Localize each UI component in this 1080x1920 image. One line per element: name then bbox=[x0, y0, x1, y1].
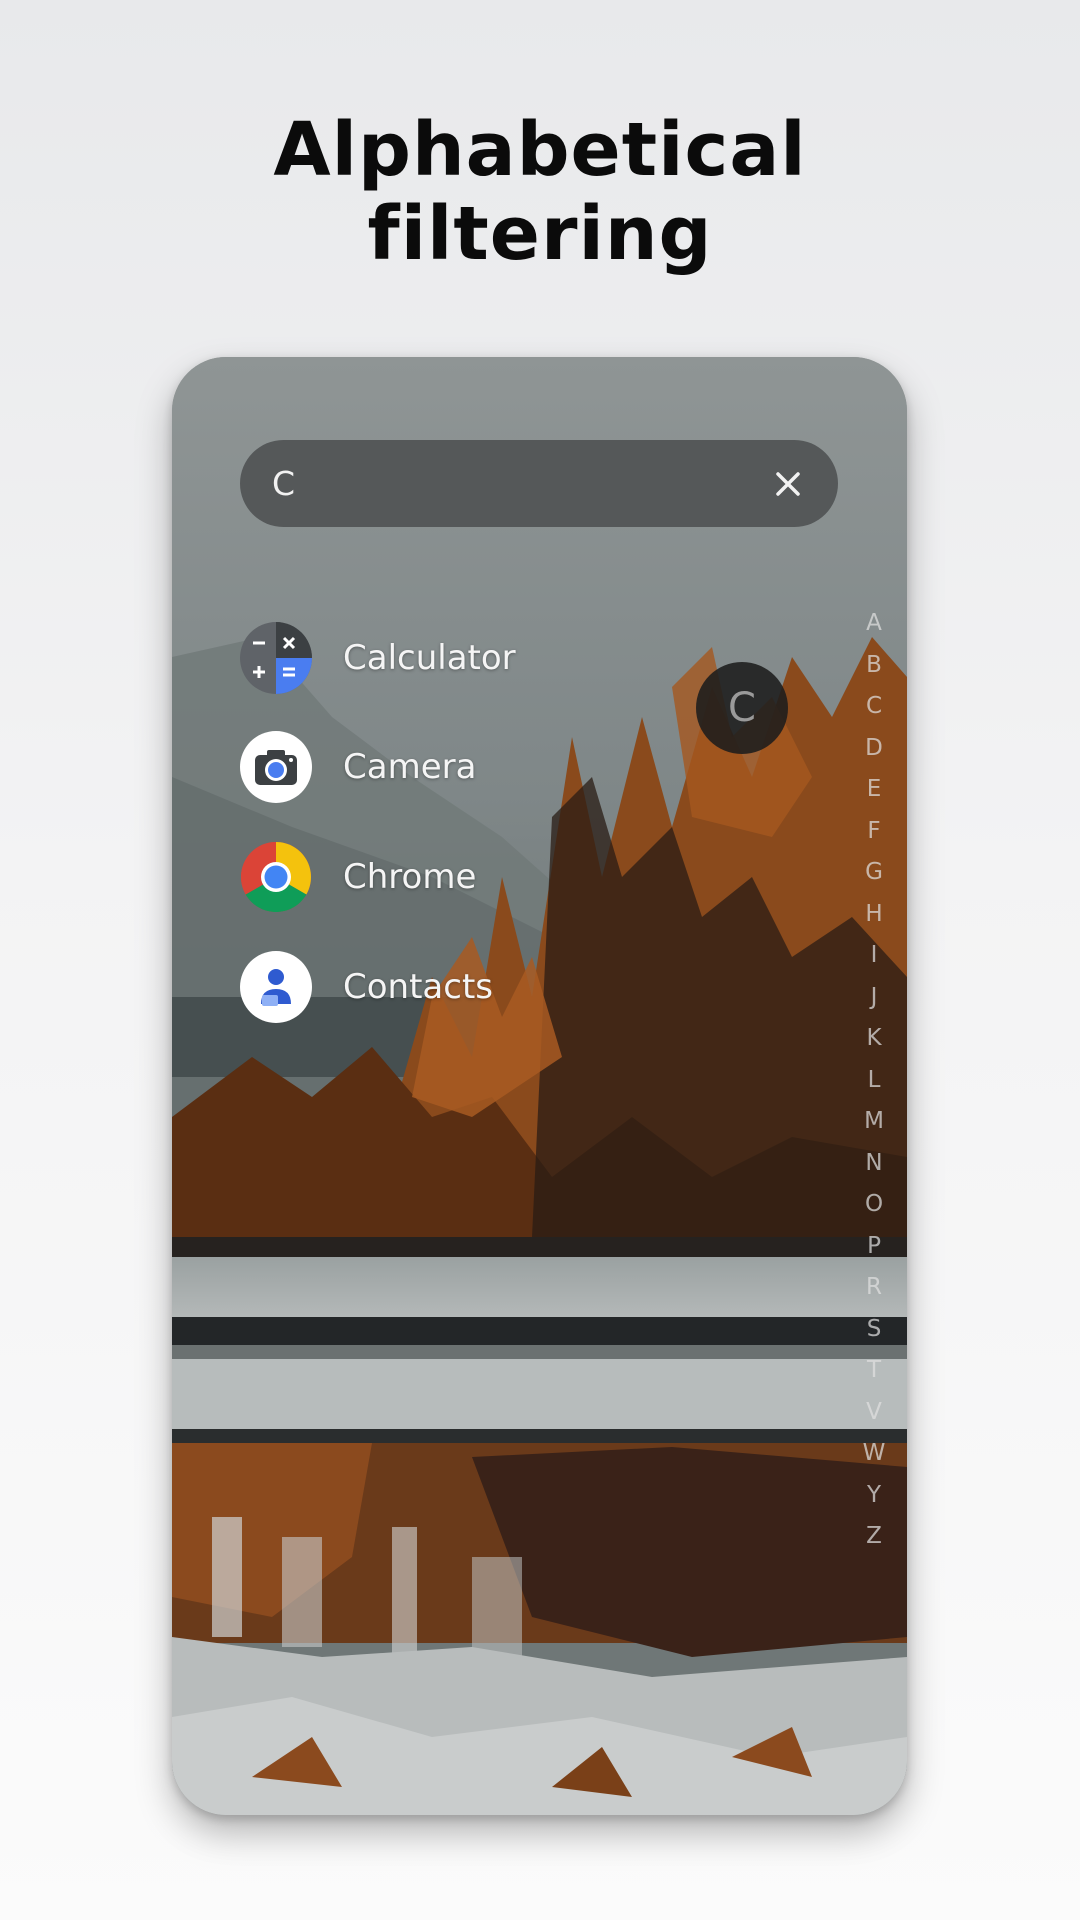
active-letter-bubble: C bbox=[696, 662, 788, 754]
index-letter[interactable]: L bbox=[851, 1060, 897, 1102]
index-letter[interactable]: T bbox=[851, 1350, 897, 1392]
index-letter[interactable]: K bbox=[851, 1018, 897, 1060]
index-letter[interactable]: D bbox=[851, 728, 897, 770]
alphabet-index-bar[interactable]: A B C D E F G H I J K L M N O P R S T V … bbox=[851, 603, 897, 1558]
app-label-camera: Camera bbox=[343, 747, 477, 787]
app-item-camera[interactable]: Camera bbox=[240, 731, 660, 803]
index-letter[interactable]: R bbox=[851, 1267, 897, 1309]
headline-line-2: filtering bbox=[367, 191, 713, 277]
calculator-icon bbox=[240, 622, 312, 694]
index-letter[interactable]: W bbox=[851, 1433, 897, 1475]
wallpaper-image bbox=[172, 357, 907, 1815]
app-item-chrome[interactable]: Chrome bbox=[240, 841, 660, 913]
index-letter[interactable]: P bbox=[851, 1226, 897, 1268]
index-letter[interactable]: A bbox=[851, 603, 897, 645]
index-letter[interactable]: E bbox=[851, 769, 897, 811]
headline-line-1: Alphabetical bbox=[273, 107, 807, 193]
camera-icon bbox=[240, 731, 312, 803]
app-label-calculator: Calculator bbox=[343, 638, 516, 678]
index-letter[interactable]: S bbox=[851, 1309, 897, 1351]
active-letter: C bbox=[728, 685, 756, 731]
search-bar[interactable]: C bbox=[240, 440, 838, 527]
phone-screen: C Calculator Camera Chrome Contacts A B … bbox=[172, 357, 907, 1815]
index-letter[interactable]: F bbox=[851, 811, 897, 853]
index-letter[interactable]: C bbox=[851, 686, 897, 728]
app-item-contacts[interactable]: Contacts bbox=[240, 951, 660, 1023]
app-label-contacts: Contacts bbox=[343, 967, 493, 1007]
index-letter[interactable]: G bbox=[851, 852, 897, 894]
index-letter[interactable]: N bbox=[851, 1143, 897, 1185]
index-letter[interactable]: V bbox=[851, 1392, 897, 1434]
index-letter[interactable]: H bbox=[851, 894, 897, 936]
index-letter[interactable]: I bbox=[851, 935, 897, 977]
index-letter[interactable]: J bbox=[851, 977, 897, 1019]
app-item-calculator[interactable]: Calculator bbox=[240, 622, 660, 694]
chrome-icon bbox=[240, 841, 312, 913]
page-headline: Alphabetical filtering bbox=[0, 108, 1080, 276]
search-input[interactable]: C bbox=[272, 440, 295, 527]
app-label-chrome: Chrome bbox=[343, 857, 477, 897]
index-letter[interactable]: Z bbox=[851, 1516, 897, 1558]
index-letter[interactable]: M bbox=[851, 1101, 897, 1143]
index-letter[interactable]: Y bbox=[851, 1475, 897, 1517]
contacts-icon bbox=[240, 951, 312, 1023]
close-icon[interactable] bbox=[766, 462, 810, 506]
index-letter[interactable]: B bbox=[851, 645, 897, 687]
index-letter[interactable]: O bbox=[851, 1184, 897, 1226]
